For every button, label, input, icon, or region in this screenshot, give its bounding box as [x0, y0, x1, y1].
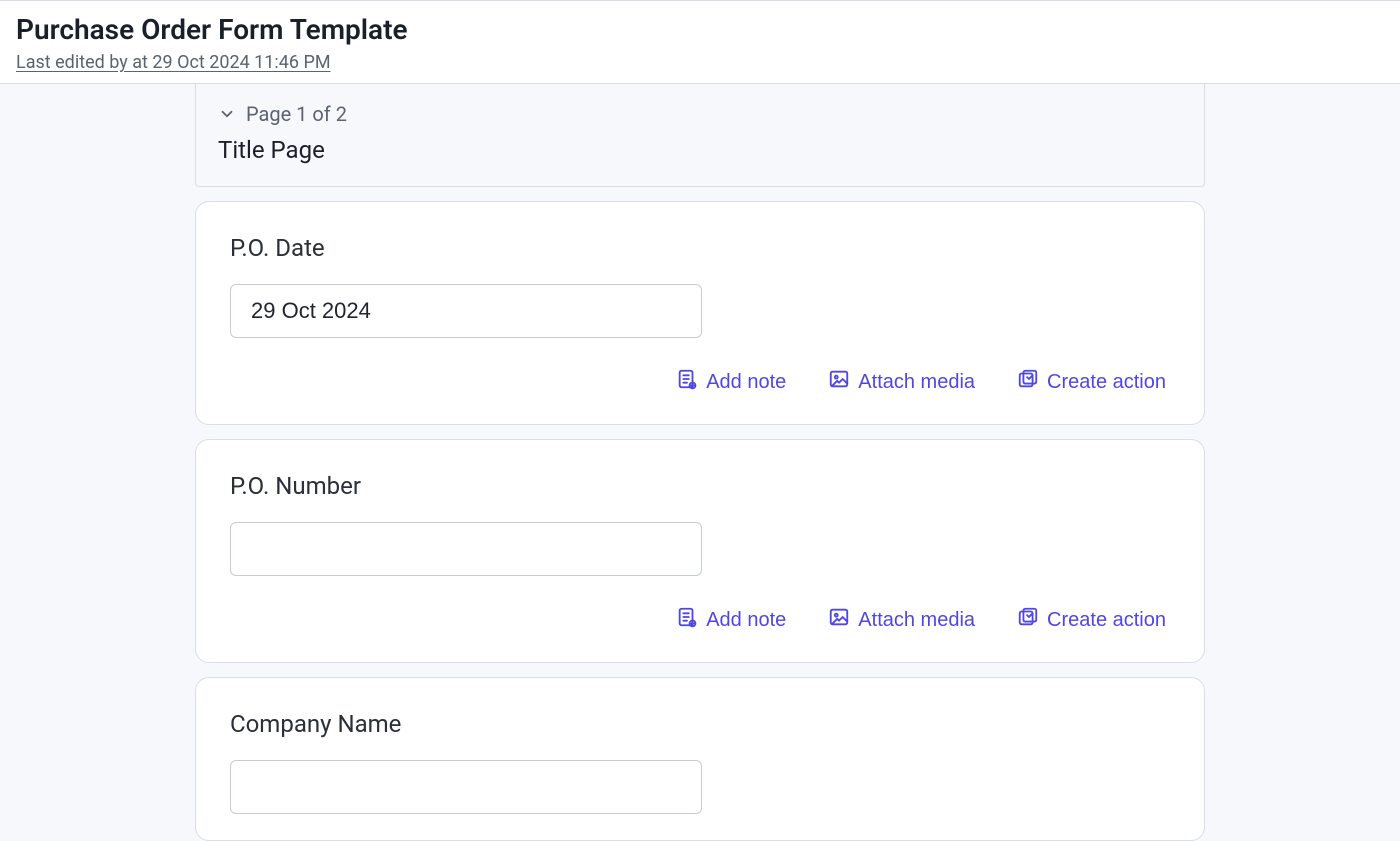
attach-media-button[interactable]: Attach media [824, 604, 979, 636]
attach-media-label: Attach media [858, 609, 975, 632]
last-edited-prefix: Last edited by [16, 52, 132, 73]
document-header: Purchase Order Form Template Last edited… [0, 0, 1400, 84]
form-content: Page 1 of 2 Title Page P.O. Date Add not… [195, 84, 1205, 841]
checkbox-icon [1017, 606, 1039, 634]
note-icon [676, 606, 698, 634]
last-edited-link[interactable]: Last edited by at 29 Oct 2024 11:46 PM [16, 52, 331, 73]
document-title: Purchase Order Form Template [16, 13, 1384, 46]
field-label: P.O. Number [230, 472, 1170, 500]
attach-media-label: Attach media [858, 371, 975, 394]
attach-media-button[interactable]: Attach media [824, 366, 979, 398]
po-date-input[interactable] [230, 284, 702, 338]
image-icon [828, 606, 850, 634]
create-action-button[interactable]: Create action [1013, 604, 1170, 636]
field-label: Company Name [230, 710, 1170, 738]
last-edited-suffix: at 29 Oct 2024 11:46 PM [132, 52, 330, 73]
company-name-input[interactable] [230, 760, 702, 814]
checkbox-icon [1017, 368, 1039, 396]
page-indicator-row[interactable]: Page 1 of 2 [218, 102, 1182, 126]
create-action-label: Create action [1047, 371, 1166, 394]
field-card-po-number: P.O. Number Add note Attach media [195, 439, 1205, 663]
po-number-input[interactable] [230, 522, 702, 576]
card-actions: Add note Attach media Create action [230, 366, 1170, 398]
create-action-button[interactable]: Create action [1013, 366, 1170, 398]
chevron-down-icon [218, 105, 236, 123]
field-label: P.O. Date [230, 234, 1170, 262]
page-subtitle: Title Page [218, 136, 1182, 164]
card-actions: Add note Attach media Create action [230, 604, 1170, 636]
add-note-label: Add note [706, 371, 786, 394]
page-header-block: Page 1 of 2 Title Page [195, 84, 1205, 187]
field-card-company-name: Company Name [195, 677, 1205, 841]
create-action-label: Create action [1047, 609, 1166, 632]
page-indicator-label: Page 1 of 2 [246, 102, 347, 126]
note-icon [676, 368, 698, 396]
add-note-label: Add note [706, 609, 786, 632]
add-note-button[interactable]: Add note [672, 366, 790, 398]
add-note-button[interactable]: Add note [672, 604, 790, 636]
image-icon [828, 368, 850, 396]
field-card-po-date: P.O. Date Add note Attach media [195, 201, 1205, 425]
